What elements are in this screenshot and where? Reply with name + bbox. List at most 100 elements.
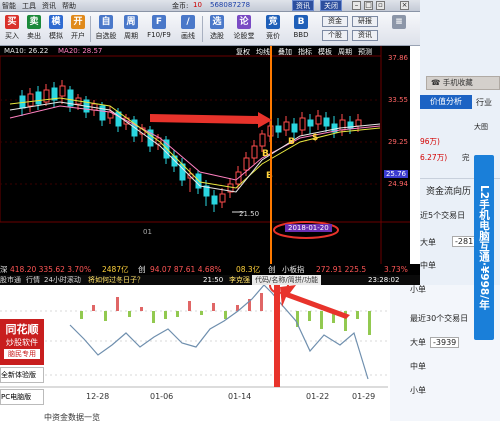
stock-picker-button[interactable]: 选 选股 [206, 13, 228, 45]
flow-bar [320, 311, 323, 329]
menu-smart[interactable]: 智能 [2, 1, 16, 11]
period-label: 近5个交易日 [420, 211, 466, 220]
f10-label: F10/F9 [147, 31, 171, 39]
cycle-button[interactable]: 周 周期 [120, 13, 142, 45]
ma-tab[interactable]: 均线 [256, 47, 270, 57]
indicator-tab[interactable]: 指标 [298, 47, 312, 57]
restore-icon[interactable]: ▫ [376, 1, 385, 10]
draw-line-button[interactable]: / 画线 [177, 13, 199, 45]
account-open-button[interactable]: 开 开户 [67, 13, 89, 45]
sell-button[interactable]: 卖 卖出 [23, 13, 45, 45]
x-axis-date: 01-06 [150, 392, 173, 401]
cursor-date-label: 2018-01-20 [285, 224, 332, 232]
x-axis-date: 01-29 [352, 392, 375, 401]
auction-label: 竞价 [266, 32, 280, 40]
ma10-readout: MA10: 26.22 [4, 47, 49, 55]
tab-stock[interactable]: 个股 [322, 30, 348, 41]
y-tick-label: 33.55 [387, 96, 408, 104]
chart-frame [0, 55, 382, 223]
forum-button[interactable]: 论 论股堂 [230, 13, 258, 45]
watchlist-label: 自选股 [95, 32, 117, 40]
more-button[interactable]: ≡ [384, 13, 414, 45]
signal-marker: $ [312, 133, 318, 143]
bottom-text: 中资金数据一览 [44, 413, 100, 421]
ad-banner[interactable]: 同花顺 炒股软件 脑民专用 [0, 319, 44, 365]
summary-row-label: 小单 [410, 386, 426, 395]
phone-icon: ☎ [431, 78, 443, 87]
maximize-icon[interactable]: □ [364, 1, 373, 10]
candle-body [243, 157, 250, 171]
template-tab[interactable]: 模板 [318, 47, 332, 57]
candle-body [251, 145, 258, 159]
simulate-button[interactable]: 模 模拟 [45, 13, 67, 45]
x-axis-date: 01-22 [306, 392, 329, 401]
candle-body [35, 91, 42, 105]
search-input[interactable]: 代码/名称/简拼/功能 [252, 275, 322, 285]
capital-flow-title: 资金流向历 [426, 187, 472, 197]
f10-icon: F [152, 15, 166, 29]
menu-tools[interactable]: 工具 [22, 1, 36, 11]
tab-industry[interactable]: 行业 [476, 97, 492, 108]
overlay-tab[interactable]: 叠加 [278, 47, 292, 57]
trade-label-2: 创 [268, 265, 276, 274]
kline-chart[interactable]: B B $ B MA10: 26.22 MA20: 28.57 复权 均线 叠加 指标… [0, 46, 410, 264]
nav-new-version[interactable]: 全新体验版 [0, 367, 44, 383]
price-highlight: 25.76 [383, 170, 408, 178]
tab-research[interactable]: 研报 [352, 16, 378, 27]
simulate-label: 模拟 [49, 32, 63, 40]
candle-body [27, 93, 34, 107]
bbd-button[interactable]: B BBD [290, 13, 312, 45]
row-label-small: 小单 [410, 285, 426, 294]
bbd-icon: B [294, 15, 308, 29]
tab-capital[interactable]: 资金 [322, 16, 348, 27]
period-tab[interactable]: 周期 [338, 47, 352, 57]
status-item[interactable]: 股市通 [0, 275, 21, 285]
adjust-tab[interactable]: 复权 [236, 47, 250, 57]
sell-icon: 卖 [27, 15, 41, 29]
flow-bar [80, 311, 83, 319]
cycle-icon: 周 [124, 15, 138, 29]
forum-label: 论股堂 [233, 32, 255, 40]
summary-row-label: 大单 [410, 338, 426, 347]
phone-tab[interactable]: ☎ 手机收藏 [426, 76, 500, 90]
flow-bar [104, 311, 107, 321]
menu-help[interactable]: 帮助 [62, 1, 76, 11]
index-info-row: 深 418.20 335.62 3.70% 2487亿 创 94.07 87.6… [0, 264, 420, 275]
candle-body [307, 119, 314, 127]
ad-badge: 脑民专用 [4, 349, 40, 359]
status-item[interactable]: 24小时滚动 [44, 275, 81, 285]
auction-button[interactable]: 竞 竞价 [262, 13, 284, 45]
candle-body [59, 85, 66, 97]
headline-name[interactable]: 李克强 [229, 275, 250, 285]
watchlist-button[interactable]: 自 自选股 [93, 13, 119, 45]
flow-bar [128, 311, 131, 317]
close-tab-button[interactable]: 关闭 [320, 0, 342, 11]
toolbar-divider [202, 16, 203, 42]
headline-time: 21:50 [203, 276, 224, 284]
news-button[interactable]: 资讯 [292, 0, 314, 11]
ma20-readout: MA20: 28.57 [58, 47, 103, 55]
flow-bar [212, 303, 215, 311]
ma-line-yellow [9, 97, 381, 189]
buy-button[interactable]: 买 买入 [1, 13, 23, 45]
y-tick-label: 24.94 [387, 180, 408, 188]
tab-value-analysis[interactable]: 价值分析 [420, 95, 472, 109]
f10-button[interactable]: F F10/F9 [144, 13, 174, 45]
menu-news[interactable]: 资讯 [42, 1, 56, 11]
account-open-label: 开户 [71, 32, 85, 40]
capital-flow-svg: 12-28 01-06 01-14 01-22 01-29 [0, 285, 388, 401]
index-volume: 2487亿 [102, 265, 129, 274]
nav-pc-version[interactable]: PC电脑版 [0, 389, 44, 405]
toolbar-divider [90, 16, 91, 42]
account-number: 568087278 [210, 1, 251, 9]
close-icon[interactable]: × [400, 1, 409, 10]
headline-link[interactable]: 将如何过冬日子？ [88, 275, 144, 285]
tab-info[interactable]: 资讯 [352, 30, 378, 41]
kline-svg[interactable]: BB $B [0, 46, 410, 264]
vertical-ad[interactable]: L2手机电脑互通·¥998/年 [474, 155, 494, 340]
minimize-icon[interactable]: – [352, 1, 361, 10]
status-item[interactable]: 行情 [26, 275, 40, 285]
forecast-tab[interactable]: 预测 [358, 47, 372, 57]
status-row: 股市通 行情 24小时滚动 将如何过冬日子？ 21:50 李克强 代码/名称/简… [0, 275, 420, 285]
candle-body [291, 123, 298, 133]
